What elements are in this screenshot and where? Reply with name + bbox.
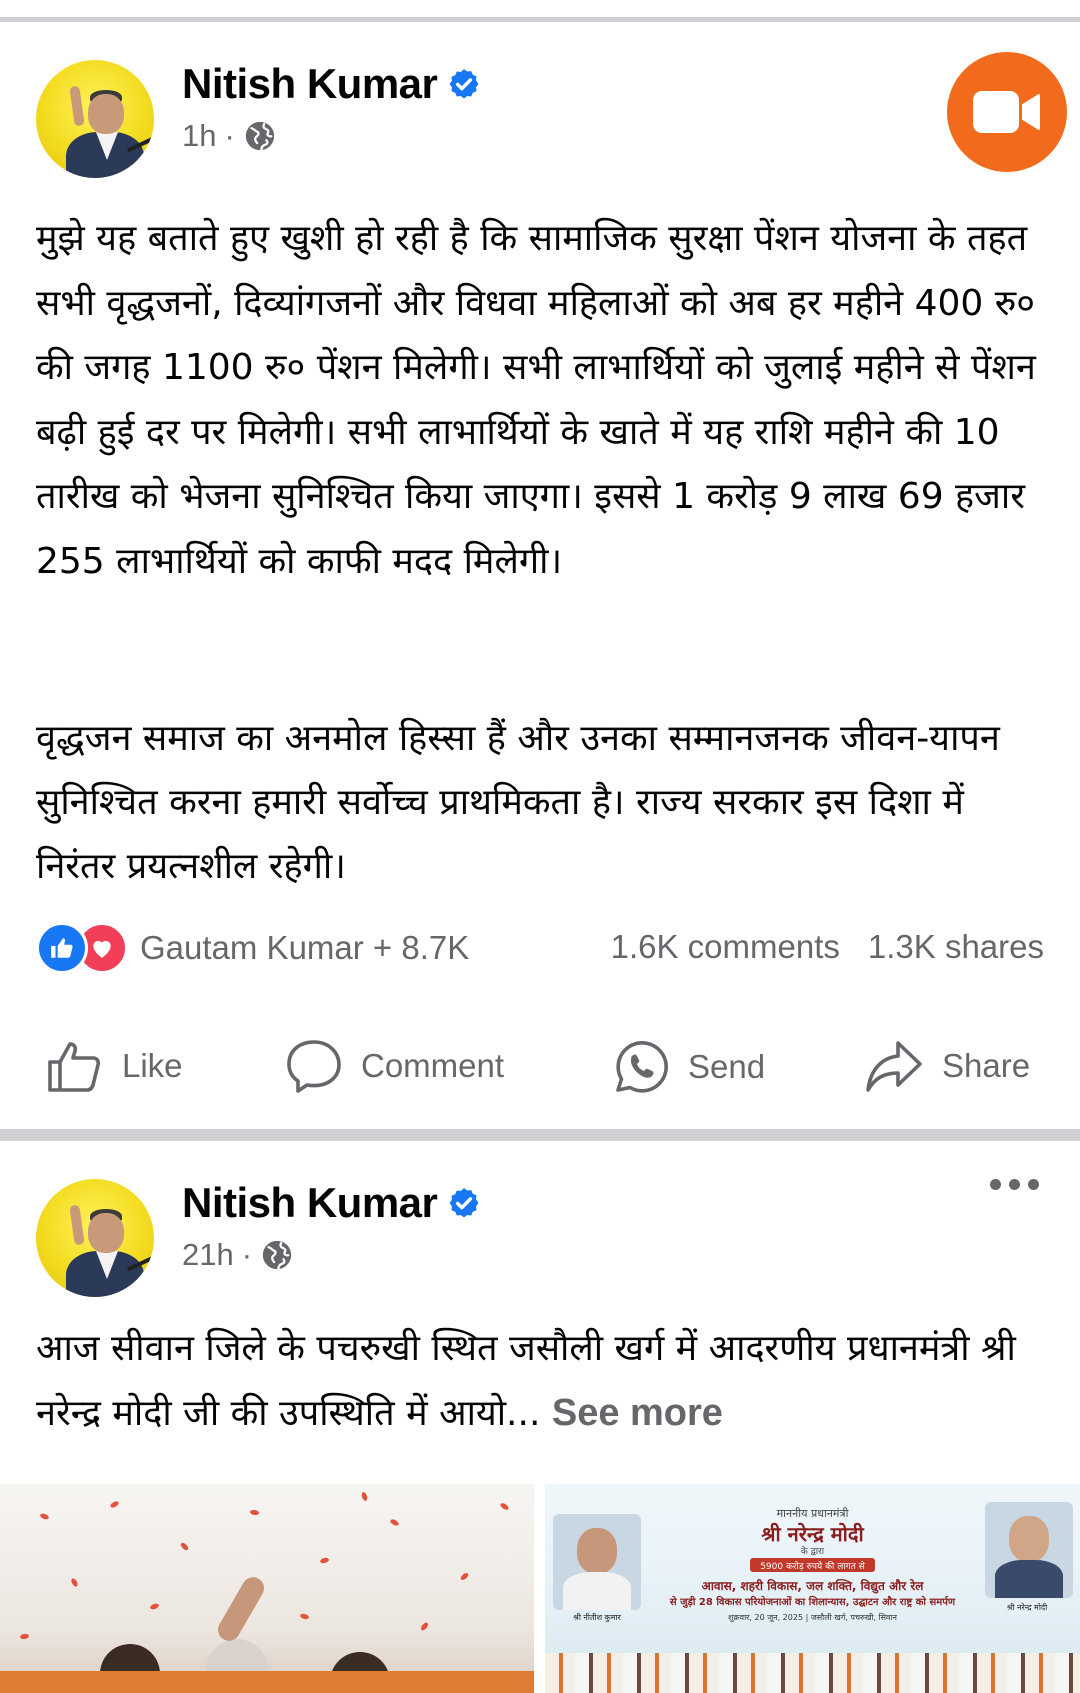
reactions-count: Gautam Kumar + 8.7K	[140, 929, 470, 966]
post-paragraph: आज सीवान जिले के पचरुखी स्थित जसौली खर्ग…	[36, 1328, 1016, 1434]
post-photo-event-banner[interactable]: माननीय प्रधानमंत्री श्री नरेन्द्र मोदी क…	[545, 1484, 1080, 1693]
speech-bubble-icon	[287, 1040, 341, 1093]
like-button[interactable]: Like	[46, 1038, 183, 1094]
post-time[interactable]: 21h	[182, 1237, 234, 1273]
avatar[interactable]	[36, 60, 154, 178]
post-body: आज सीवान जिले के पचरुखी स्थित जसौली खर्ग…	[36, 1317, 1046, 1446]
post-body: मुझे यह बताते हुए खुशी हो रही है कि सामा…	[36, 207, 1046, 594]
like-label: Like	[122, 1047, 183, 1084]
reactions-summary[interactable]: Gautam Kumar + 8.7K	[36, 922, 469, 974]
comments-count[interactable]: 1.6K comments	[611, 928, 840, 966]
meta-separator: ·	[241, 1237, 253, 1272]
shares-count[interactable]: 1.3K shares	[868, 928, 1044, 966]
send-button[interactable]: Send	[612, 1038, 765, 1096]
post-meta: 21h ·	[182, 1237, 294, 1273]
banner-caption-left: श्री नीतीश कुमार	[573, 1613, 621, 1622]
stage-dignitaries	[545, 1653, 1080, 1693]
share-arrow-icon	[866, 1041, 922, 1092]
author-row: Nitish Kumar	[182, 1179, 481, 1227]
post-meta: 1h ·	[182, 118, 277, 154]
banner-portrait-left	[553, 1514, 641, 1610]
comment-label: Comment	[361, 1047, 505, 1084]
globe-icon	[262, 1240, 292, 1270]
post-paragraph: मुझे यह बताते हुए खुशी हो रही है कि सामा…	[36, 218, 1036, 582]
comment-button[interactable]: Comment	[285, 1038, 504, 1094]
meta-separator: ·	[224, 118, 235, 153]
verified-badge-icon	[449, 69, 479, 99]
send-label: Send	[688, 1048, 766, 1085]
post-time[interactable]: 1h	[182, 118, 216, 154]
engagement-counts: 1.6K comments 1.3K shares	[611, 928, 1044, 966]
verified-badge-icon	[449, 1188, 479, 1218]
share-button[interactable]: Share	[864, 1038, 1030, 1094]
see-more-link[interactable]: See more	[552, 1392, 723, 1434]
more-dots-icon[interactable]	[990, 1179, 1039, 1190]
post-paragraph: वृद्धजन समाज का अनमोल हिस्सा हैं और उनका…	[36, 718, 1000, 887]
globe-icon	[245, 121, 274, 151]
whatsapp-icon	[616, 1041, 668, 1093]
like-reaction-icon	[36, 922, 88, 974]
feed-post: Nitish Kumar 1h · मुझे यह बताते हुए खुशी…	[0, 22, 1080, 1129]
video-camera-icon	[973, 91, 1040, 133]
post-body-continued: वृद्धजन समाज का अनमोल हिस्सा हैं और उनका…	[36, 707, 1046, 899]
post-actions: Like Comment Send Share	[0, 1028, 1080, 1108]
author-name[interactable]: Nitish Kumar	[182, 60, 438, 108]
live-video-button[interactable]	[947, 52, 1067, 172]
avatar[interactable]	[36, 1179, 154, 1297]
author-name[interactable]: Nitish Kumar	[182, 1179, 438, 1227]
share-label: Share	[942, 1047, 1031, 1084]
thumbs-up-icon	[48, 1042, 101, 1092]
banner-caption-right: श्री नरेन्द्र मोदी	[1006, 1603, 1048, 1612]
post-photo-rally[interactable]	[0, 1484, 534, 1693]
author-row: Nitish Kumar	[182, 60, 481, 108]
feed-divider	[0, 1129, 1080, 1141]
banner-portrait-right	[985, 1502, 1073, 1598]
